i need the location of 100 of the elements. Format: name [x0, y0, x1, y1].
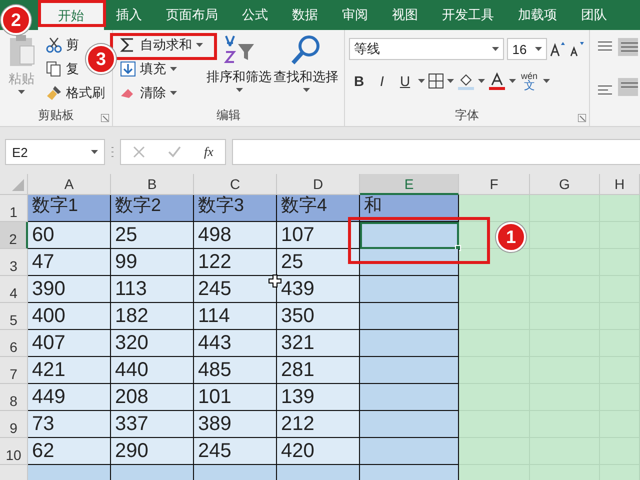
clear-button[interactable]: 清除: [117, 82, 180, 103]
dialog-launcher-icon[interactable]: [101, 114, 109, 122]
table-cell: 60: [28, 222, 111, 249]
ribbon-tab[interactable]: 加载项: [506, 0, 569, 30]
table-cell: 122: [194, 249, 277, 276]
caret-icon: [542, 79, 550, 83]
caret-icon: [447, 79, 454, 83]
table-cell: 245: [194, 276, 277, 303]
ribbon-tab[interactable]: 审阅: [330, 0, 380, 30]
caret-icon: [18, 90, 25, 94]
copy-button[interactable]: 复: [43, 58, 82, 79]
table-cell: 245: [194, 438, 277, 465]
brush-icon: [46, 84, 62, 100]
table-cell: 400: [28, 303, 111, 330]
phonetic-button[interactable]: wén 文: [519, 71, 540, 91]
ribbon-tab[interactable]: 公式: [230, 0, 280, 30]
ribbon-tab[interactable]: 团队: [569, 0, 619, 30]
fill-color-icon[interactable]: [457, 72, 475, 90]
bold-button[interactable]: B: [349, 70, 369, 92]
table-cell: 107: [277, 222, 360, 249]
row-header[interactable]: 9: [0, 411, 28, 438]
table-cell: 443: [194, 330, 277, 357]
highlight-frame: [38, 0, 106, 27]
column-header[interactable]: C: [194, 174, 277, 195]
ribbon-tab[interactable]: 开发工具: [430, 0, 506, 30]
column-header[interactable]: A: [28, 174, 111, 195]
table-cell: 389: [194, 411, 277, 438]
group-label: 剪贴板: [37, 107, 75, 124]
caret-icon: [478, 79, 485, 83]
table-cell: 320: [111, 330, 194, 357]
grow-font-icon[interactable]: [550, 41, 566, 57]
column-header[interactable]: D: [277, 174, 360, 195]
font-size-field[interactable]: 16: [507, 38, 548, 60]
table-cell: 290: [111, 438, 194, 465]
triangle-icon: [12, 179, 24, 191]
check-icon[interactable]: [168, 146, 181, 158]
group-label: 字体: [454, 107, 480, 124]
row-header[interactable]: 6: [0, 330, 28, 357]
table-cell: 208: [111, 384, 194, 411]
table-cell: 350: [277, 303, 360, 330]
ribbon-tab[interactable]: 视图: [380, 0, 430, 30]
table-cell: 114: [194, 303, 277, 330]
sort-filter-icon: [222, 34, 256, 66]
italic-button[interactable]: I: [372, 70, 392, 92]
row-header[interactable]: 1: [0, 195, 28, 222]
row-header[interactable]: 3: [0, 249, 28, 276]
column-header[interactable]: E: [360, 174, 459, 195]
table-cell: 421: [28, 357, 111, 384]
copy-icon: [46, 60, 62, 76]
group-label: 编辑: [216, 107, 242, 124]
table-cell: 321: [277, 330, 360, 357]
table-cell: 420: [277, 438, 360, 465]
row-header[interactable]: 7: [0, 357, 28, 384]
column-header[interactable]: G: [530, 174, 600, 195]
ribbon-tab[interactable]: 页面布局: [154, 0, 230, 30]
table-cell: 数字3: [194, 195, 277, 222]
column-header[interactable]: H: [600, 174, 640, 195]
cut-button[interactable]: 剪: [43, 34, 82, 55]
formula-input[interactable]: [232, 139, 640, 165]
row-header[interactable]: 8: [0, 384, 28, 411]
table-cell: 390: [28, 276, 111, 303]
search-icon: [290, 34, 322, 66]
row-header[interactable]: 2: [0, 222, 28, 249]
font-color-icon[interactable]: [488, 72, 506, 90]
caret-icon: [170, 90, 177, 94]
table-cell: 212: [277, 411, 360, 438]
insert-function-button[interactable]: fx: [204, 144, 214, 160]
borders-icon[interactable]: [428, 73, 444, 89]
table-cell: 407: [28, 330, 111, 357]
shrink-font-icon[interactable]: [569, 41, 585, 57]
table-cell: 139: [277, 384, 360, 411]
fill-button[interactable]: 填充: [117, 58, 180, 79]
row-header[interactable]: 5: [0, 303, 28, 330]
column-header[interactable]: B: [111, 174, 194, 195]
font-name-field[interactable]: 等线: [349, 38, 504, 60]
table-cell: 449: [28, 384, 111, 411]
caret-icon: [418, 79, 425, 83]
scissors-icon: [46, 36, 62, 52]
table-cell: 99: [111, 249, 194, 276]
caret-icon: [535, 47, 542, 51]
dialog-launcher-icon[interactable]: [578, 114, 586, 122]
clipboard-icon: [8, 34, 36, 68]
table-cell: 439: [277, 276, 360, 303]
find-select-button[interactable]: 查找和选择: [272, 34, 340, 106]
table-cell: 281: [277, 357, 360, 384]
table-cell: 47: [28, 249, 111, 276]
ribbon-tab[interactable]: 数据: [280, 0, 330, 30]
underline-button[interactable]: U: [395, 70, 415, 92]
column-header[interactable]: F: [459, 174, 530, 195]
table-cell: 485: [194, 357, 277, 384]
table-cell: 182: [111, 303, 194, 330]
row-header[interactable]: 10: [0, 438, 28, 465]
table-cell: 62: [28, 438, 111, 465]
table-cell: 数字4: [277, 195, 360, 222]
ribbon-tab[interactable]: 插入: [104, 0, 154, 30]
autosum-button[interactable]: 自动求和: [117, 34, 206, 55]
caret-icon: [509, 79, 516, 83]
name-box[interactable]: E2: [5, 139, 105, 165]
row-header[interactable]: 4: [0, 276, 28, 303]
format-painter-button[interactable]: 格式刷: [43, 82, 108, 103]
